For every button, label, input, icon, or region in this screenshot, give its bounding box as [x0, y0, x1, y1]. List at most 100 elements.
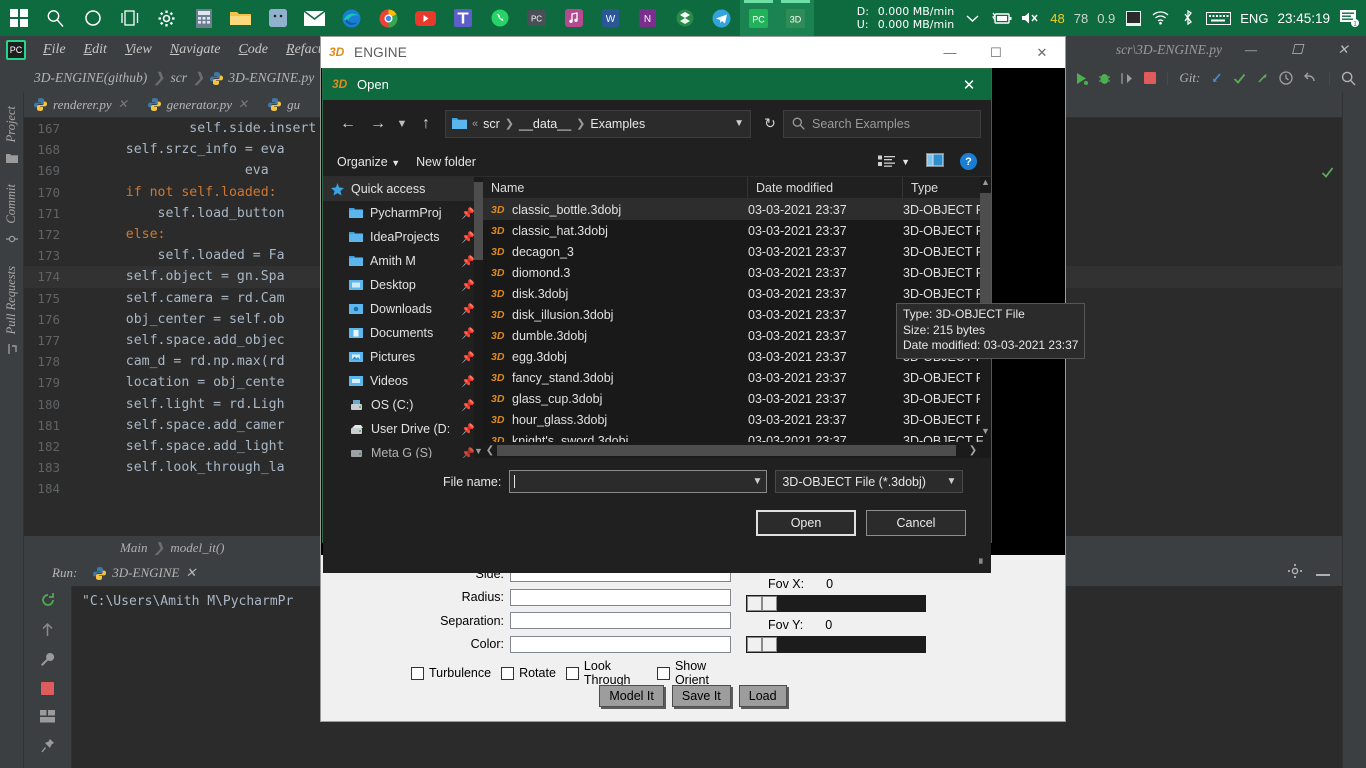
dropbox-icon[interactable] — [666, 0, 703, 36]
column-header-name[interactable]: Name — [483, 177, 748, 199]
engine-minimize-button[interactable]: — — [927, 37, 973, 68]
rotate-checkbox[interactable]: Rotate — [501, 666, 556, 680]
ide-restore-button[interactable]: ☐ — [1274, 36, 1320, 64]
display-icon[interactable] — [1124, 0, 1142, 36]
sidebar-item-downloads[interactable]: Downloads 📌 — [323, 297, 483, 321]
menu-view[interactable]: View — [116, 40, 161, 60]
engine-maximize-button[interactable]: ☐ — [973, 37, 1019, 68]
file-list-hscroll-thumb[interactable] — [497, 444, 956, 456]
save-it-button[interactable]: Save It — [671, 685, 731, 707]
calculator-icon[interactable] — [185, 0, 222, 36]
music-icon[interactable] — [555, 0, 592, 36]
rerun-icon[interactable] — [40, 592, 56, 613]
ide-minimize-button[interactable]: — — [1228, 36, 1274, 64]
language-indicator[interactable]: ENG — [1240, 11, 1268, 26]
file-row[interactable]: 3D decagon_3 03-03-2021 23:37 3D-OBJECT F — [483, 241, 991, 262]
menu-edit[interactable]: Edit — [75, 40, 116, 60]
file-list-horizontal-scrollbar[interactable]: ❮ ❯ — [483, 442, 980, 458]
run-tab-close-icon[interactable]: ✕ — [185, 565, 196, 581]
search-box[interactable]: Search Examples — [783, 109, 981, 138]
file-row[interactable]: 3D classic_hat.3dobj 03-03-2021 23:37 3D-… — [483, 220, 991, 241]
fov-x-slider[interactable] — [746, 595, 926, 612]
wifi-icon[interactable] — [1151, 0, 1170, 36]
refresh-button[interactable]: ↻ — [757, 110, 783, 138]
separation-input[interactable] — [510, 612, 731, 629]
chevron-up-icon[interactable] — [963, 0, 981, 36]
file-row[interactable]: 3D hour_glass.3dobj 03-03-2021 23:37 3D-O… — [483, 409, 991, 430]
telegram-icon[interactable] — [703, 0, 740, 36]
column-header-date[interactable]: Date modified — [748, 177, 903, 199]
sidebar-item-desktop[interactable]: Desktop 📌 — [323, 273, 483, 297]
history-icon[interactable] — [1279, 71, 1293, 85]
gear-icon[interactable] — [148, 0, 185, 36]
editor-tab-close-icon[interactable]: ✕ — [118, 97, 128, 112]
menu-code[interactable]: Code — [229, 40, 277, 60]
bluetooth-icon[interactable] — [1179, 0, 1197, 36]
ide-search-icon[interactable] — [1341, 71, 1356, 86]
chrome-icon[interactable] — [370, 0, 407, 36]
youtube-icon[interactable] — [407, 0, 444, 36]
sidebar-item-os-c[interactable]: OS (C:) 📌 — [323, 393, 483, 417]
menu-file[interactable]: File — [34, 40, 75, 60]
organize-button[interactable]: Organize ▼ — [337, 155, 400, 169]
slider-handle[interactable] — [762, 596, 777, 611]
file-row[interactable]: 3D glass_cup.3dobj 03-03-2021 23:37 3D-OB… — [483, 388, 991, 409]
sidebar-item-pycharmproj[interactable]: PycharmProj 📌 — [323, 201, 483, 225]
ide-close-button[interactable]: ✕ — [1320, 36, 1366, 64]
load-button[interactable]: Load — [738, 685, 787, 707]
file-row[interactable]: 3D fancy_stand.3dobj 03-03-2021 23:37 3D-… — [483, 367, 991, 388]
fov-y-slider[interactable] — [746, 636, 926, 653]
scroll-left-icon[interactable]: ❮ — [483, 445, 497, 456]
recent-locations-chevron-down-icon[interactable]: ▼ — [393, 109, 411, 139]
battery-icon[interactable] — [990, 0, 1012, 36]
undo-icon[interactable] — [1303, 71, 1317, 85]
structure-crumb-method[interactable]: model_it() — [170, 540, 224, 556]
breadcrumb-file[interactable]: 3D-ENGINE.py — [204, 70, 320, 86]
keyboard-icon[interactable] — [1206, 0, 1232, 36]
git-commit-icon[interactable] — [1233, 72, 1246, 85]
scroll-right-icon[interactable]: ❯ — [966, 445, 980, 456]
address-segment-scr[interactable]: scr — [483, 117, 500, 131]
pc-icon[interactable]: PC — [518, 0, 555, 36]
turbulence-checkbox[interactable]: Turbulence — [411, 666, 491, 680]
sidebar-item-ideaprojects[interactable]: IdeaProjects 📌 — [323, 225, 483, 249]
engine-taskbar-icon[interactable]: 3D — [777, 0, 814, 36]
tool-window-commit[interactable]: Commit — [4, 178, 19, 230]
engine-close-button[interactable]: ✕ — [1019, 37, 1065, 68]
notifications-icon[interactable]: 1 — [1339, 0, 1360, 36]
run-config-tab[interactable]: 3D-ENGINE ✕ — [85, 565, 204, 581]
file-row[interactable]: 3D disk.3dobj 03-03-2021 23:37 3D-OBJECT … — [483, 283, 991, 304]
breadcrumb-folder[interactable]: scr — [165, 70, 194, 86]
whatsapp-icon[interactable] — [481, 0, 518, 36]
forward-button[interactable]: → — [363, 109, 393, 139]
sidebar-item-videos[interactable]: Videos 📌 — [323, 369, 483, 393]
layout-icon[interactable] — [40, 710, 55, 728]
address-bar[interactable]: « scr ❯ __data__ ❯ Examples ▼ — [445, 109, 751, 138]
sidebar-item-meta-g[interactable]: Meta G (S) 📌 — [323, 441, 483, 458]
scroll-up-icon[interactable]: ▲ — [980, 177, 991, 187]
stop-icon[interactable] — [41, 682, 54, 700]
sidebar-item-user-drive-d[interactable]: User Drive (D: 📌 — [323, 417, 483, 441]
model-it-button[interactable]: Model It — [599, 685, 664, 707]
sidebar-item-pictures[interactable]: Pictures 📌 — [323, 345, 483, 369]
tool-window-pull-requests[interactable]: Pull Requests — [4, 260, 19, 340]
editor-tab-close-icon[interactable]: ✕ — [238, 97, 248, 112]
look-through-checkbox[interactable]: Look Through — [565, 659, 647, 687]
search-icon[interactable] — [37, 0, 74, 36]
scroll-down-icon[interactable]: ▼ — [980, 426, 991, 436]
task-view-icon[interactable] — [111, 0, 148, 36]
breadcrumb-project[interactable]: 3D-ENGINE(github) — [28, 70, 153, 86]
run-button[interactable] — [1075, 72, 1088, 85]
finder-icon[interactable] — [259, 0, 296, 36]
resize-grip-icon[interactable]: ▘ — [979, 559, 986, 570]
chevron-down-icon[interactable]: ▼ — [474, 446, 483, 458]
view-mode-button[interactable]: ▼ — [878, 155, 910, 168]
open-button[interactable]: Open — [756, 510, 856, 536]
file-row[interactable]: 3D diomond.3 03-03-2021 23:37 3D-OBJECT F — [483, 262, 991, 283]
menu-navigate[interactable]: Navigate — [161, 40, 230, 60]
dialog-close-button[interactable]: ✕ — [947, 69, 991, 100]
pin-icon[interactable] — [40, 738, 55, 758]
slider-handle[interactable] — [747, 596, 762, 611]
sidebar-item-quick-access[interactable]: Quick access — [323, 177, 483, 201]
debug-button[interactable] — [1098, 72, 1111, 85]
